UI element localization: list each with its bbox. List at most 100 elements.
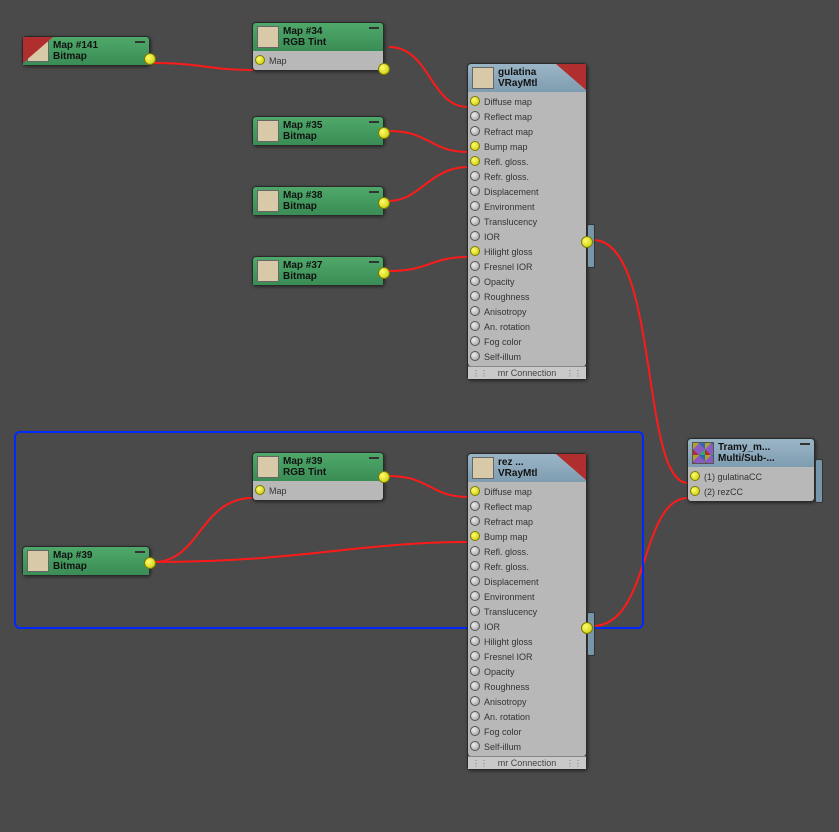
input-socket[interactable] [470,156,480,166]
slot-fresnel-ior[interactable]: Fresnel IOR [468,259,586,274]
slot-map[interactable]: Map [253,53,383,68]
input-socket[interactable] [470,261,480,271]
minimize-icon[interactable] [135,39,145,43]
slot-hilight-gloss[interactable]: Hilight gloss [468,244,586,259]
minimize-icon[interactable] [369,119,379,123]
input-socket[interactable] [470,336,480,346]
slot-environment[interactable]: Environment [468,589,586,604]
minimize-icon[interactable] [369,25,379,29]
input-socket[interactable] [470,666,480,676]
slot-diffuse-map[interactable]: Diffuse map [468,94,586,109]
slot-fog-color[interactable]: Fog color [468,724,586,739]
node-map37-bitmap[interactable]: Map #37 Bitmap [252,256,384,286]
output-socket[interactable] [581,236,593,248]
minimize-icon[interactable] [369,189,379,193]
minimize-icon[interactable] [135,549,145,553]
node-gulatina-vraymtl[interactable]: gulatina VRayMtl Diffuse mapReflect mapR… [467,63,587,380]
slot-self-illum[interactable]: Self-illum [468,349,586,364]
slot-environment[interactable]: Environment [468,199,586,214]
node-map141-bitmap[interactable]: Map #141 Bitmap [22,36,150,66]
minimize-icon[interactable] [572,66,582,70]
output-socket[interactable] [378,197,390,209]
output-socket[interactable] [378,267,390,279]
slot-reflect-map[interactable]: Reflect map [468,499,586,514]
input-socket[interactable] [470,201,480,211]
footer-mr-connection[interactable]: ⋮⋮mr Connection⋮⋮ [468,756,586,769]
slot-opacity[interactable]: Opacity [468,274,586,289]
input-socket[interactable] [470,111,480,121]
input-socket[interactable] [470,276,480,286]
slot-roughness[interactable]: Roughness [468,289,586,304]
slot-bump-map[interactable]: Bump map [468,139,586,154]
output-socket[interactable] [581,622,593,634]
node-map39-bitmap[interactable]: Map #39 Bitmap [22,546,150,576]
input-socket[interactable] [255,485,265,495]
input-socket[interactable] [470,576,480,586]
input-socket[interactable] [470,321,480,331]
slot-an-rotation[interactable]: An. rotation [468,709,586,724]
input-socket[interactable] [690,486,700,496]
input-socket[interactable] [470,651,480,661]
node-tramy-multisub[interactable]: Tramy_m... Multi/Sub-... (1) gulatinaCC … [687,438,815,502]
output-socket[interactable] [378,127,390,139]
slot-diffuse-map[interactable]: Diffuse map [468,484,586,499]
slot-translucency[interactable]: Translucency [468,214,586,229]
expand-handle[interactable] [815,459,823,503]
input-socket[interactable] [470,186,480,196]
slot-displacement[interactable]: Displacement [468,184,586,199]
input-socket[interactable] [470,171,480,181]
input-socket[interactable] [470,546,480,556]
slot-an-rotation[interactable]: An. rotation [468,319,586,334]
node-rez-vraymtl[interactable]: rez ... VRayMtl Diffuse mapReflect mapRe… [467,453,587,770]
expand-handle[interactable] [587,612,595,656]
slot-ior[interactable]: IOR [468,229,586,244]
input-socket[interactable] [470,306,480,316]
input-socket[interactable] [470,531,480,541]
footer-mr-connection[interactable]: ⋮⋮mr Connection⋮⋮ [468,366,586,379]
slot-refl-gloss-[interactable]: Refl. gloss. [468,154,586,169]
output-socket[interactable] [378,63,390,75]
slot-reflect-map[interactable]: Reflect map [468,109,586,124]
output-socket[interactable] [144,557,156,569]
slot-2-rezcc[interactable]: (2) rezCC [688,484,814,499]
output-socket[interactable] [378,471,390,483]
input-socket[interactable] [470,486,480,496]
input-socket[interactable] [470,516,480,526]
input-socket[interactable] [255,55,265,65]
input-socket[interactable] [470,126,480,136]
input-socket[interactable] [470,591,480,601]
input-socket[interactable] [470,231,480,241]
input-socket[interactable] [470,621,480,631]
input-socket[interactable] [690,471,700,481]
slot-roughness[interactable]: Roughness [468,679,586,694]
minimize-icon[interactable] [800,441,810,445]
slot-anisotropy[interactable]: Anisotropy [468,694,586,709]
input-socket[interactable] [470,291,480,301]
slot-refract-map[interactable]: Refract map [468,124,586,139]
minimize-icon[interactable] [369,455,379,459]
slot-ior[interactable]: IOR [468,619,586,634]
input-socket[interactable] [470,501,480,511]
node-map39-rgbtint[interactable]: Map #39 RGB Tint Map [252,452,384,501]
slot-hilight-gloss[interactable]: Hilight gloss [468,634,586,649]
input-socket[interactable] [470,561,480,571]
input-socket[interactable] [470,96,480,106]
input-socket[interactable] [470,606,480,616]
input-socket[interactable] [470,726,480,736]
slot-fog-color[interactable]: Fog color [468,334,586,349]
slot-translucency[interactable]: Translucency [468,604,586,619]
slot-anisotropy[interactable]: Anisotropy [468,304,586,319]
minimize-icon[interactable] [572,456,582,460]
slot-bump-map[interactable]: Bump map [468,529,586,544]
node-map35-bitmap[interactable]: Map #35 Bitmap [252,116,384,146]
node-map38-bitmap[interactable]: Map #38 Bitmap [252,186,384,216]
slot-1-gulatinacc[interactable]: (1) gulatinaCC [688,469,814,484]
slot-refract-map[interactable]: Refract map [468,514,586,529]
node-graph-canvas[interactable]: Map #141 Bitmap Map #34 RGB Tint Map Map… [0,0,839,832]
slot-self-illum[interactable]: Self-illum [468,739,586,754]
slot-map[interactable]: Map [253,483,383,498]
output-socket[interactable] [144,53,156,65]
node-map34-rgbtint[interactable]: Map #34 RGB Tint Map [252,22,384,71]
slot-refr-gloss-[interactable]: Refr. gloss. [468,169,586,184]
input-socket[interactable] [470,636,480,646]
